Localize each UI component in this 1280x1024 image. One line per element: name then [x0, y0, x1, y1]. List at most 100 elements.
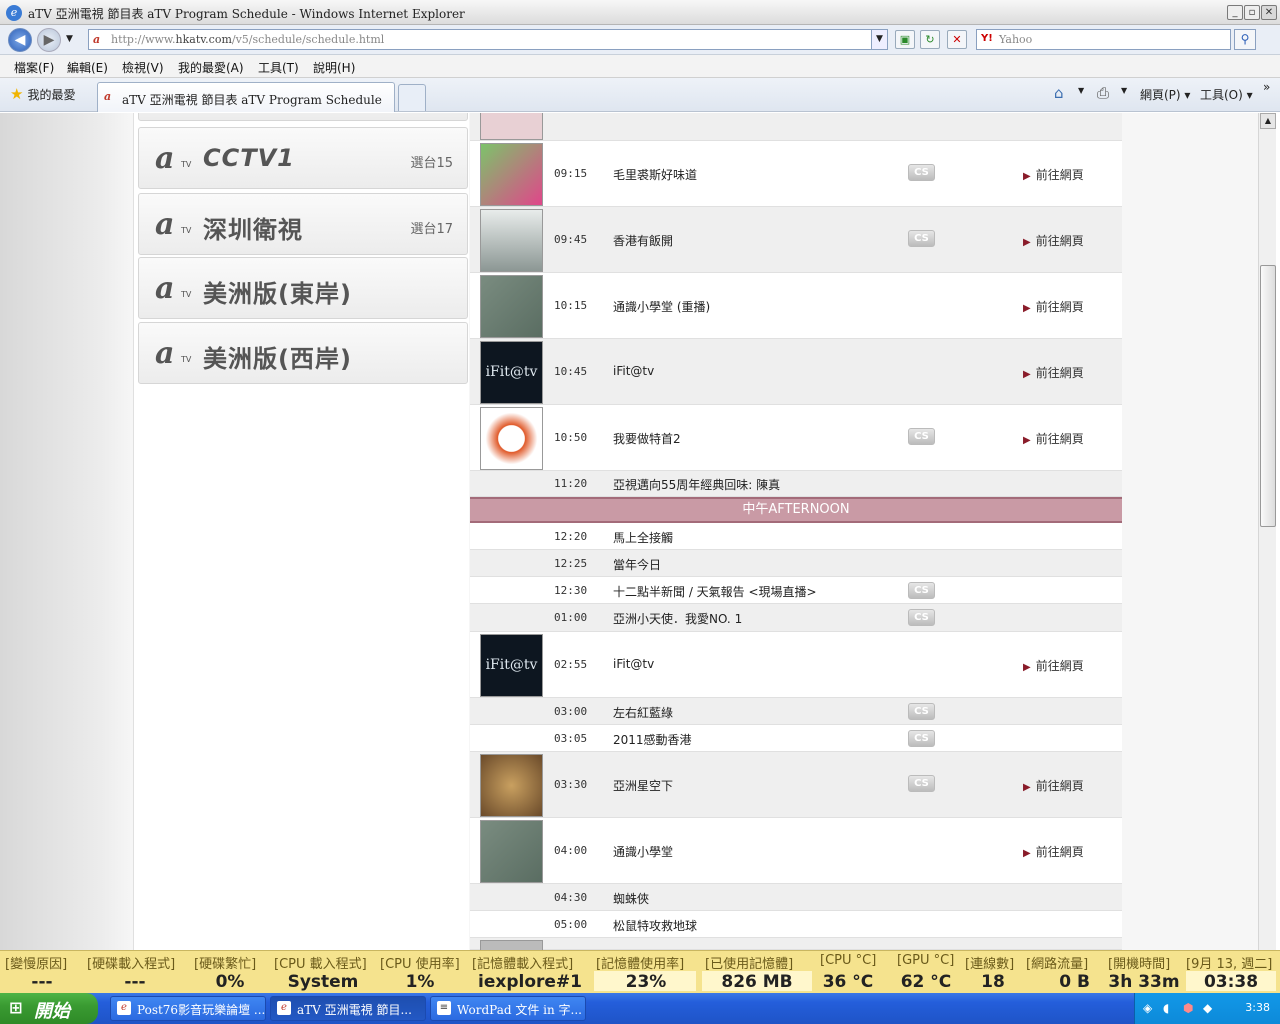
- page-menu[interactable]: 網頁(P) ▾: [1140, 86, 1190, 103]
- program-title: 松鼠特攻救地球: [613, 919, 698, 933]
- search-go-icon[interactable]: ⚲: [1234, 29, 1256, 50]
- program-time: 02:55: [554, 658, 588, 671]
- start-button[interactable]: ⊞ 開始: [0, 993, 98, 1024]
- play-triangle-icon: ▶: [1023, 369, 1031, 380]
- ie-logo-icon: e: [6, 5, 22, 21]
- print-icon[interactable]: ⎙: [1097, 84, 1109, 102]
- menu-file[interactable]: 檔案(F): [14, 59, 54, 76]
- schedule-row: 10:15 通識小學堂 (重播) ▶ 前往網頁: [470, 273, 1122, 339]
- monitor-label: [記憶體使用率]: [596, 957, 685, 972]
- taskbar-item-wordpad[interactable]: ≡ WordPad 文件 in 字...: [430, 996, 586, 1021]
- section-header-afternoon: 中午AFTERNOON: [470, 497, 1122, 523]
- home-dropdown-icon[interactable]: ▼: [1078, 86, 1084, 95]
- program-time: 01:00: [554, 611, 588, 624]
- program-thumbnail: [480, 275, 543, 338]
- home-icon[interactable]: ⌂: [1054, 84, 1064, 102]
- program-title: 我要做特首2: [613, 432, 681, 446]
- minimize-button[interactable]: _: [1227, 5, 1243, 20]
- program-title: 馬上全接觸: [613, 531, 674, 545]
- search-input[interactable]: Y! Yahoo: [976, 29, 1231, 50]
- program-time: 03:30: [554, 778, 588, 791]
- program-time: 12:30: [554, 584, 588, 597]
- monitor-label: [網路流量]: [1026, 957, 1089, 972]
- close-window-button[interactable]: ✕: [1261, 5, 1277, 20]
- monitor-label: [連線數]: [965, 957, 1015, 972]
- compatibility-icon[interactable]: ▣: [895, 30, 915, 49]
- monitor-value: 23%: [625, 972, 667, 992]
- stop-icon[interactable]: ✕: [947, 30, 967, 49]
- taskbar-item-label: aTV 亞洲電視 節目...: [297, 1003, 412, 1017]
- print-dropdown-icon[interactable]: ▼: [1121, 86, 1127, 95]
- monitor-label: [硬碟繁忙]: [194, 957, 257, 972]
- taskbar-item-atv[interactable]: e aTV 亞洲電視 節目...: [270, 996, 426, 1021]
- channel-card-americas-west[interactable]: a TV 美洲版(西岸): [138, 322, 468, 384]
- menu-bar: 檔案(F) 編輯(E) 檢視(V) 我的最愛(A) 工具(T) 說明(H): [0, 55, 1280, 78]
- menu-help[interactable]: 說明(H): [313, 59, 355, 76]
- program-time: 10:15: [554, 299, 588, 312]
- menu-tools[interactable]: 工具(T): [258, 59, 299, 76]
- tools-menu[interactable]: 工具(O) ▾: [1200, 86, 1253, 103]
- address-bar[interactable]: a http://www.hkatv.com/v5/schedule/sched…: [88, 29, 888, 50]
- program-time: 12:20: [554, 530, 588, 543]
- volume-icon[interactable]: ◖: [1163, 1001, 1169, 1015]
- monitor-value: 62 °C: [900, 972, 952, 992]
- favorites-label: 我的最愛: [27, 88, 76, 102]
- taskbar-item-forum[interactable]: e Post76影音玩樂論壇 ...: [110, 996, 266, 1021]
- tab-active[interactable]: a aTV 亞洲電視 節目表 aTV Program Schedule: [97, 82, 395, 112]
- monitor-label: [硬碟載入程式]: [87, 957, 176, 972]
- history-dropdown-icon[interactable]: ▼: [66, 34, 73, 44]
- scroll-up-icon[interactable]: ▲: [1260, 113, 1276, 129]
- tab-bar: ★ 我的最愛 a aTV 亞洲電視 節目表 aTV Program Schedul…: [0, 78, 1280, 112]
- security-icon[interactable]: ⬢: [1183, 1001, 1193, 1015]
- cs-badge: CS: [908, 730, 935, 747]
- taskbar-item-label: Post76影音玩樂論壇 ...: [137, 1003, 266, 1017]
- play-triangle-icon: ▶: [1023, 848, 1031, 859]
- vertical-scrollbar[interactable]: ▲: [1258, 113, 1276, 950]
- favorites-button[interactable]: ★ 我的最愛: [10, 85, 75, 103]
- program-time: 10:50: [554, 431, 588, 444]
- menu-edit[interactable]: 編輯(E): [67, 59, 108, 76]
- back-button[interactable]: ◀: [8, 28, 32, 52]
- program-thumbnail: [480, 940, 543, 950]
- go-to-page-link[interactable]: ▶ 前往網頁: [1023, 166, 1084, 183]
- taskbar-clock: 3:38: [1245, 1001, 1270, 1014]
- address-dropdown-icon[interactable]: ▼: [871, 30, 887, 49]
- schedule-row: 12:20 馬上全接觸: [470, 523, 1122, 550]
- program-time: 03:05: [554, 732, 588, 745]
- program-time: 12:25: [554, 557, 588, 570]
- go-to-page-link[interactable]: ▶ 前往網頁: [1023, 298, 1084, 315]
- network-icon[interactable]: ◈: [1143, 1001, 1152, 1015]
- program-time: 04:00: [554, 844, 588, 857]
- forward-button[interactable]: ▶: [37, 28, 61, 52]
- new-tab-button[interactable]: [398, 84, 426, 111]
- maximize-button[interactable]: ▫: [1244, 5, 1260, 20]
- go-to-page-link[interactable]: ▶ 前往網頁: [1023, 843, 1084, 860]
- menu-favorites[interactable]: 我的最愛(A): [178, 59, 244, 76]
- scrollbar-thumb[interactable]: [1260, 265, 1276, 527]
- go-to-page-link[interactable]: ▶ 前往網頁: [1023, 364, 1084, 381]
- monitor-label: [GPU °C]: [897, 953, 955, 968]
- schedule-row: 04:30 蜘蛛俠: [470, 884, 1122, 911]
- channel-card-shenzhen[interactable]: a TV 深圳衛視 選台17: [138, 193, 468, 255]
- program-thumbnail: [480, 407, 543, 470]
- schedule-row-partial: [470, 113, 1122, 141]
- channel-card-partial[interactable]: [138, 113, 468, 121]
- channel-card-cctv1[interactable]: a TV CCTV1 選台15: [138, 127, 468, 189]
- menu-view[interactable]: 檢視(V): [122, 59, 164, 76]
- tab-title: aTV 亞洲電視 節目表 aTV Program Schedule: [122, 93, 382, 107]
- monitor-value: 18: [981, 972, 1005, 992]
- tray-app-icon[interactable]: ◆: [1203, 1001, 1212, 1015]
- go-to-page-link[interactable]: ▶ 前往網頁: [1023, 657, 1084, 674]
- program-time: 04:30: [554, 891, 588, 904]
- go-to-page-link[interactable]: ▶ 前往網頁: [1023, 232, 1084, 249]
- go-to-page-link[interactable]: ▶ 前往網頁: [1023, 777, 1084, 794]
- star-icon: ★: [10, 85, 24, 103]
- schedule-row: 12:25 當年今日: [470, 550, 1122, 577]
- schedule-row: 04:00 通識小學堂 ▶ 前往網頁: [470, 818, 1122, 884]
- go-to-page-link[interactable]: ▶ 前往網頁: [1023, 430, 1084, 447]
- channel-number: 選台15: [410, 156, 453, 171]
- channel-card-americas-east[interactable]: a TV 美洲版(東岸): [138, 257, 468, 319]
- refresh-icon[interactable]: ↻: [920, 30, 940, 49]
- toolbar-overflow-icon[interactable]: »: [1263, 80, 1270, 94]
- schedule-row: 10:50 我要做特首2 CS ▶ 前往網頁: [470, 405, 1122, 471]
